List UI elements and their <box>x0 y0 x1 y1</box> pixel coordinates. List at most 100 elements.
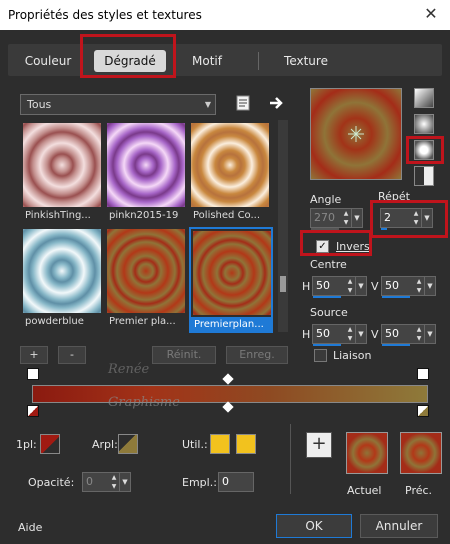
window-title: Propriétés des styles et textures <box>8 8 202 22</box>
chevron-down-icon: ▼ <box>204 100 211 109</box>
tab-pattern[interactable]: Motif <box>172 50 242 72</box>
watermark-line2: Graphisme <box>108 395 180 410</box>
angle-slider-bar <box>311 228 339 230</box>
source-v-spinner[interactable]: 50 ▲ ▼ ▼ <box>381 324 436 346</box>
gradient-preview <box>310 88 402 180</box>
repeat-spinner[interactable]: 2 ▲ ▼ ▼ <box>380 208 433 230</box>
tab-bar: Couleur Dégradé Motif Texture <box>8 44 442 76</box>
gradient-tile-selected[interactable]: Premierplan... <box>189 227 273 333</box>
category-dropdown[interactable]: Tous ▼ <box>20 94 216 115</box>
spinner-arrows-icon[interactable]: ▲ ▼ <box>109 473 119 491</box>
center-h-value: 50 <box>316 279 330 292</box>
library-scrollbar[interactable] <box>278 120 288 332</box>
gradient-tile[interactable]: Polished Co... <box>190 122 270 224</box>
source-v-bar <box>382 344 410 346</box>
link-checkbox[interactable] <box>314 349 327 362</box>
remove-gradient-button[interactable]: - <box>58 346 86 364</box>
midpoint-marker[interactable] <box>222 373 234 385</box>
user-color-swatch-1[interactable] <box>210 434 230 454</box>
current-label: Actuel <box>347 484 382 497</box>
chevron-down-icon[interactable]: ▼ <box>424 324 436 344</box>
chevron-down-icon[interactable]: ▼ <box>421 208 433 228</box>
color-stop-marker[interactable] <box>27 368 39 380</box>
source-h-label: H <box>302 328 311 341</box>
rectangular-style-button[interactable] <box>414 114 434 134</box>
tab-texture[interactable]: Texture <box>272 50 340 72</box>
reset-button[interactable]: Réinit. <box>152 346 216 364</box>
center-h-spinner[interactable]: 50 ▲ ▼ ▼ <box>312 276 367 298</box>
category-value: Tous <box>27 98 52 111</box>
user-color-swatch-2[interactable] <box>236 434 256 454</box>
divider <box>290 424 291 494</box>
gradient-swatch <box>107 229 185 313</box>
repeat-slider-bar <box>381 228 387 230</box>
add-gradient-button[interactable]: + <box>20 346 48 364</box>
invert-checkbox[interactable]: ✓ <box>316 240 329 253</box>
gradient-tile-label: Premierplan... <box>191 317 271 332</box>
chevron-down-icon[interactable]: ▼ <box>424 276 436 296</box>
user-color-label: Util.: <box>182 438 208 451</box>
spinner-arrows-icon[interactable]: ▲ ▼ <box>345 277 355 295</box>
opacity-spinner[interactable]: 0 ▲ ▼ ▼ <box>82 472 131 492</box>
linear-style-button[interactable] <box>414 88 434 108</box>
center-v-spinner[interactable]: 50 ▲ ▼ ▼ <box>381 276 436 298</box>
spinner-arrows-icon[interactable]: ▲ ▼ <box>411 209 421 227</box>
foreground-swatch[interactable] <box>40 434 60 454</box>
angle-value: 270 <box>314 211 335 224</box>
tab-separator <box>258 52 259 70</box>
tab-gradient[interactable]: Dégradé <box>94 50 166 72</box>
gradient-tile[interactable]: pinkn2015-19 <box>106 122 186 224</box>
opacity-stop-marker[interactable] <box>27 405 39 417</box>
spinner-arrows-icon[interactable]: ▲ ▼ <box>414 325 424 343</box>
gradient-swatch <box>191 123 269 207</box>
gradient-tile[interactable]: Premier pla... <box>106 228 186 330</box>
add-swatch-button[interactable]: + <box>306 432 332 458</box>
help-link[interactable]: Aide <box>18 521 42 534</box>
chevron-down-icon[interactable]: ▼ <box>355 324 367 344</box>
background-swatch[interactable] <box>118 434 138 454</box>
center-v-bar <box>382 296 410 298</box>
spinner-arrows-icon[interactable]: ▲ ▼ <box>345 325 355 343</box>
ok-button[interactable]: OK <box>276 514 352 538</box>
source-h-value: 50 <box>316 327 330 340</box>
previous-preview[interactable] <box>400 432 442 474</box>
opacity-label: Opacité: <box>28 476 75 489</box>
scrollbar-thumb[interactable] <box>280 276 286 292</box>
spinner-arrows-icon[interactable]: ▲ ▼ <box>414 277 424 295</box>
gradient-tile-label: PinkishTing... <box>25 210 91 221</box>
sunburst-style-button[interactable] <box>414 166 434 186</box>
gradient-tile-label: pinkn2015-19 <box>109 210 179 221</box>
chevron-down-icon[interactable]: ▼ <box>351 208 363 228</box>
gradient-library: PinkishTing... pinkn2015-19 Polished Co.… <box>20 120 274 333</box>
repeat-label: Répét <box>378 190 410 203</box>
gradient-tile-label: Polished Co... <box>193 210 261 221</box>
title-bar: Propriétés des styles et textures ✕ <box>0 0 450 30</box>
angle-spinner[interactable]: 270 ▲ ▼ ▼ <box>310 208 363 230</box>
save-button[interactable]: Enreg. <box>226 346 288 364</box>
radial-style-button[interactable] <box>414 140 434 160</box>
gradient-tile[interactable]: powderblue <box>22 228 102 330</box>
cancel-button[interactable]: Annuler <box>360 514 438 538</box>
document-icon[interactable] <box>234 94 252 112</box>
spinner-arrows-icon[interactable]: ▲ ▼ <box>341 209 351 227</box>
source-h-bar <box>313 344 341 346</box>
source-label: Source <box>310 306 348 319</box>
color-stop-marker[interactable] <box>417 368 429 380</box>
angle-label: Angle <box>310 193 342 206</box>
gradient-tile-label: Premier pla... <box>109 316 176 327</box>
gradient-tile[interactable]: PinkishTing... <box>22 122 102 224</box>
opacity-stop-marker[interactable] <box>417 405 429 417</box>
center-h-label: H <box>302 280 311 293</box>
close-icon[interactable]: ✕ <box>422 5 440 23</box>
previous-label: Préc. <box>405 484 433 497</box>
arrow-right-icon[interactable] <box>268 94 286 112</box>
location-field[interactable]: 0 <box>218 472 254 492</box>
gradient-bar[interactable] <box>32 385 428 403</box>
repeat-value: 2 <box>384 211 391 224</box>
opacity-midpoint-marker[interactable] <box>222 401 234 413</box>
chevron-down-icon[interactable]: ▼ <box>355 276 367 296</box>
opacity-value: 0 <box>86 475 93 488</box>
chevron-down-icon[interactable]: ▼ <box>119 472 131 492</box>
tab-color[interactable]: Couleur <box>14 50 82 72</box>
source-h-spinner[interactable]: 50 ▲ ▼ ▼ <box>312 324 367 346</box>
